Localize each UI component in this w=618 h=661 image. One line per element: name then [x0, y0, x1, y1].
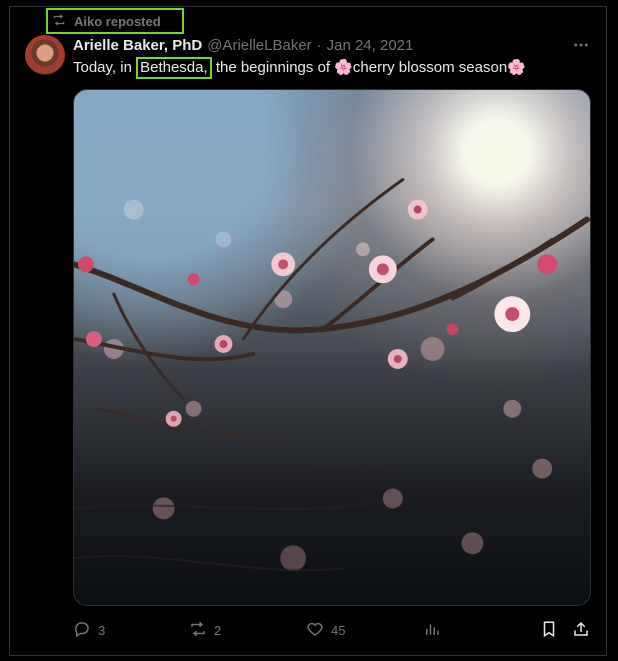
avatar[interactable]	[25, 35, 65, 75]
reply-icon	[73, 620, 91, 641]
author-name[interactable]: Arielle Baker, PhD	[73, 37, 202, 54]
repost-icon	[52, 13, 66, 30]
analytics-icon	[423, 620, 441, 641]
bookmark-button[interactable]	[540, 618, 558, 642]
tweet-text: Today, in Bethesda, the beginnings of 🌸c…	[73, 57, 526, 79]
share-button[interactable]	[572, 618, 590, 642]
bookmark-icon	[540, 620, 558, 641]
repost-indicator[interactable]: Aiko reposted	[46, 8, 184, 34]
tweet-text-before: Today, in	[73, 59, 137, 76]
tweet-media[interactable]	[73, 89, 591, 606]
tweet-text-after: the beginnings of 🌸cherry blossom season…	[211, 59, 526, 76]
separator-dot: ·	[316, 37, 322, 54]
tweet-actions: 3 2 45	[73, 618, 591, 642]
heart-icon	[306, 620, 324, 641]
reply-button[interactable]: 3	[73, 618, 105, 642]
tweet-date[interactable]: Jan 24, 2021	[327, 37, 414, 54]
tweet-header: Arielle Baker, PhD @ArielleLBaker · Jan …	[73, 37, 413, 54]
reply-count: 3	[98, 622, 106, 638]
repost-button[interactable]: 2	[189, 618, 221, 642]
tweet-text-highlight: Bethesda,	[136, 57, 212, 79]
cherry-blossom-photo	[74, 178, 590, 572]
like-count: 45	[331, 622, 346, 638]
like-button[interactable]: 45	[306, 618, 345, 642]
repost-count: 2	[214, 622, 222, 638]
more-options-icon[interactable]	[572, 36, 590, 54]
repost-label: Aiko reposted	[74, 13, 161, 29]
share-icon	[572, 620, 590, 641]
author-handle[interactable]: @ArielleLBaker	[207, 37, 311, 54]
views-button[interactable]	[423, 618, 441, 642]
repost-action-icon	[189, 620, 207, 641]
